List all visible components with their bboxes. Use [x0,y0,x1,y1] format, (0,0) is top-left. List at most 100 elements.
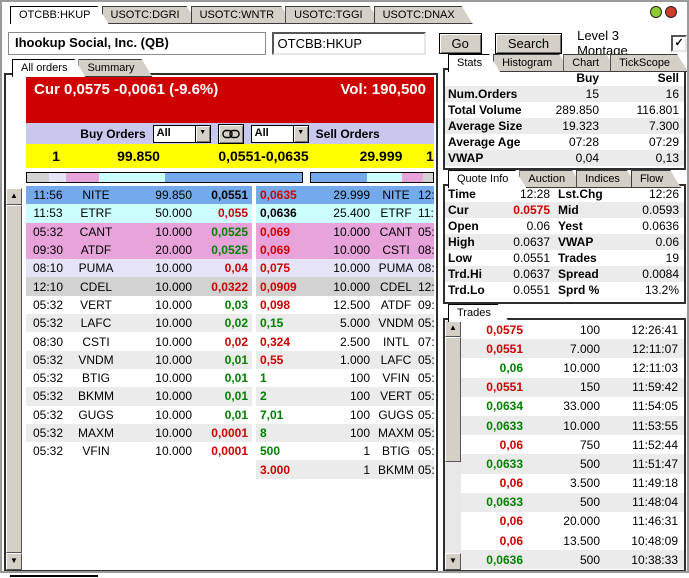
sell-filter-select[interactable]: All ▼ [251,125,309,143]
scroll-track[interactable] [445,337,461,553]
order-filter-toolbar: Buy Orders All ▼ All ▼ Sell Orders [26,123,434,144]
sell-order-row[interactable]: 0,09812.500ATDF09:42 [256,296,434,314]
tab-summary[interactable]: Summary [78,59,152,77]
tab-usotc-dgri[interactable]: USOTC:DGRI [102,6,198,24]
buy-order-row[interactable]: 08:30CSTI10.0000,02 [26,332,252,350]
buy-order-row[interactable]: 09:30ATDF20.0000,0525 [26,241,252,259]
tab-histogram[interactable]: Histogram [493,54,570,72]
trades-scrollbar[interactable]: ▲ ▼ [445,320,461,570]
order-size: 10.000 [122,442,198,460]
tab-tickscope[interactable]: TickScope [610,54,688,72]
sell-order-row[interactable]: 0,06910.000CSTI08:30 [256,241,434,259]
order-price: 1 [256,369,312,387]
tab-usotc-dnax[interactable]: USOTC:DNAX [374,6,473,24]
sell-order-row[interactable]: 8100MAXM05:32 [256,424,434,442]
scroll-down-icon[interactable]: ▼ [445,553,461,570]
tab-all-orders[interactable]: All orders [12,59,85,77]
sell-order-row[interactable]: 2100VERT05:32 [256,387,434,405]
trade-row[interactable]: 0,063310.00011:53:55 [461,416,684,435]
trade-row[interactable]: 0,0610.00012:11:03 [461,358,684,377]
chevron-down-icon[interactable]: ▼ [195,126,210,142]
scroll-track[interactable] [6,205,22,553]
sell-order-row[interactable]: 3.0001BKMM05:32 [256,460,434,478]
buy-order-row[interactable]: 05:32LAFC10.0000,02 [26,314,252,332]
go-button[interactable]: Go [439,33,482,54]
depth-segment [66,173,99,182]
trade-row[interactable]: 0,057510012:26:41 [461,320,684,339]
tab-stats[interactable]: Stats [448,54,500,72]
buy-order-row[interactable]: 05:32GUGS10.0000,01 [26,406,252,424]
buy-order-row[interactable]: 05:32BTIG10.0000,01 [26,369,252,387]
order-size: 12.500 [312,296,374,314]
scroll-up-icon[interactable]: ▲ [445,320,461,337]
symbol-input[interactable] [272,32,426,55]
trade-size: 3.500 [525,476,604,490]
sell-order-row[interactable]: 0,07510.000PUMA08:10 [256,259,434,277]
green-status-light [650,6,662,18]
sell-order-row[interactable]: 0,155.000VNDM05:32 [256,314,434,332]
sell-order-row[interactable]: 0,063529.999NITE12:00 [256,186,434,204]
tab-flow[interactable]: Flow [631,170,681,188]
buy-order-row[interactable]: 05:32VFIN10.0000,0001 [26,442,252,460]
link-filters-button[interactable] [218,124,244,144]
buy-order-row[interactable]: 05:32BKMM10.0000,01 [26,387,252,405]
buy-depth-bar [26,172,303,183]
sell-order-row[interactable]: 0,551.000LAFC05:32 [256,351,434,369]
buy-order-row[interactable]: 08:10PUMA10.0000,04 [26,259,252,277]
market-maker: VNDM [70,351,122,369]
quote-row: High0.0637VWAP0.06 [445,234,684,250]
buy-order-row[interactable]: 05:32VERT10.0000,03 [26,296,252,314]
scroll-thumb[interactable] [445,337,461,462]
search-button[interactable]: Search [495,33,562,54]
buy-order-row[interactable]: 11:56NITE99.8500,0551 [26,186,252,204]
orderbook-scrollbar[interactable]: ▲ ▼ [6,188,22,570]
buy-order-row[interactable] [26,460,252,478]
sell-order-row[interactable]: 0,063625.400ETRF11:53 [256,204,434,222]
buy-order-row[interactable]: 11:53ETRF50.0000,055 [26,204,252,222]
buy-order-row[interactable]: 05:32VNDM10.0000,01 [26,351,252,369]
quote-label: Open [445,219,495,233]
level3-montage-checkbox[interactable]: ✓ [671,35,687,52]
buy-filter-select[interactable]: All ▼ [153,125,211,143]
buy-order-row[interactable]: 05:32MAXM10.0000,0001 [26,424,252,442]
stats-buy-value: 07:28 [541,135,604,149]
tab-usotc-wntr[interactable]: USOTC:WNTR [191,6,293,24]
tab-auction[interactable]: Auction [519,170,583,188]
sell-order-row[interactable]: 0,3242.500INTL07:35 [256,332,434,350]
scroll-down-icon[interactable]: ▼ [6,553,22,570]
trade-row[interactable]: 0,063350011:51:47 [461,454,684,473]
scroll-up-icon[interactable]: ▲ [6,188,22,205]
depth-segment [49,173,66,182]
market-maker: BTIG [374,442,418,460]
quote-label: Time [445,187,495,201]
buy-order-row[interactable]: 12:10CDEL10.0000,0322 [26,277,252,295]
trade-row[interactable]: 0,063433.00011:54:05 [461,397,684,416]
trade-time: 11:48:04 [604,495,684,509]
buy-order-row[interactable]: 05:32CANT10.0000,0525 [26,223,252,241]
tab-chart[interactable]: Chart [563,54,617,72]
trade-row[interactable]: 0,063350011:48:04 [461,493,684,512]
tab-usotc-tggi[interactable]: USOTC:TGGI [285,6,380,24]
trade-row[interactable]: 0,0675011:52:44 [461,435,684,454]
trade-row[interactable]: 0,055115011:59:42 [461,378,684,397]
trade-row[interactable]: 0,0613.50010:48:09 [461,531,684,550]
order-size: 100 [312,369,374,387]
tab-indices[interactable]: Indices [576,170,638,188]
sell-order-row[interactable]: 7,01100GUGS05:32 [256,406,434,424]
quote-value: 0.0593 [615,203,684,217]
chevron-down-icon[interactable]: ▼ [293,126,308,142]
sell-order-row[interactable]: 1100VFIN05:32 [256,369,434,387]
sell-order-row[interactable]: 0,090910.000CDEL12:00 [256,277,434,295]
tab-trades[interactable]: Trades [448,304,509,322]
trade-row[interactable]: 0,0620.00011:46:31 [461,512,684,531]
sell-order-row[interactable]: 0,06910.000CANT05:32 [256,223,434,241]
sell-order-row[interactable]: 5001BTIG05:32 [256,442,434,460]
trade-row[interactable]: 0,063650010:38:33 [461,550,684,569]
trade-row[interactable]: 0,063.50011:49:18 [461,474,684,493]
tab-otcbb-hkup[interactable]: OTCBB:HKUP [10,6,109,24]
tab-quote-info[interactable]: Quote Info [448,170,526,188]
trade-row[interactable]: 0,05517.00012:11:07 [461,339,684,358]
best-sell-size: 29.999 [336,148,426,164]
scroll-thumb[interactable] [6,205,22,553]
depth-segment [423,173,433,182]
